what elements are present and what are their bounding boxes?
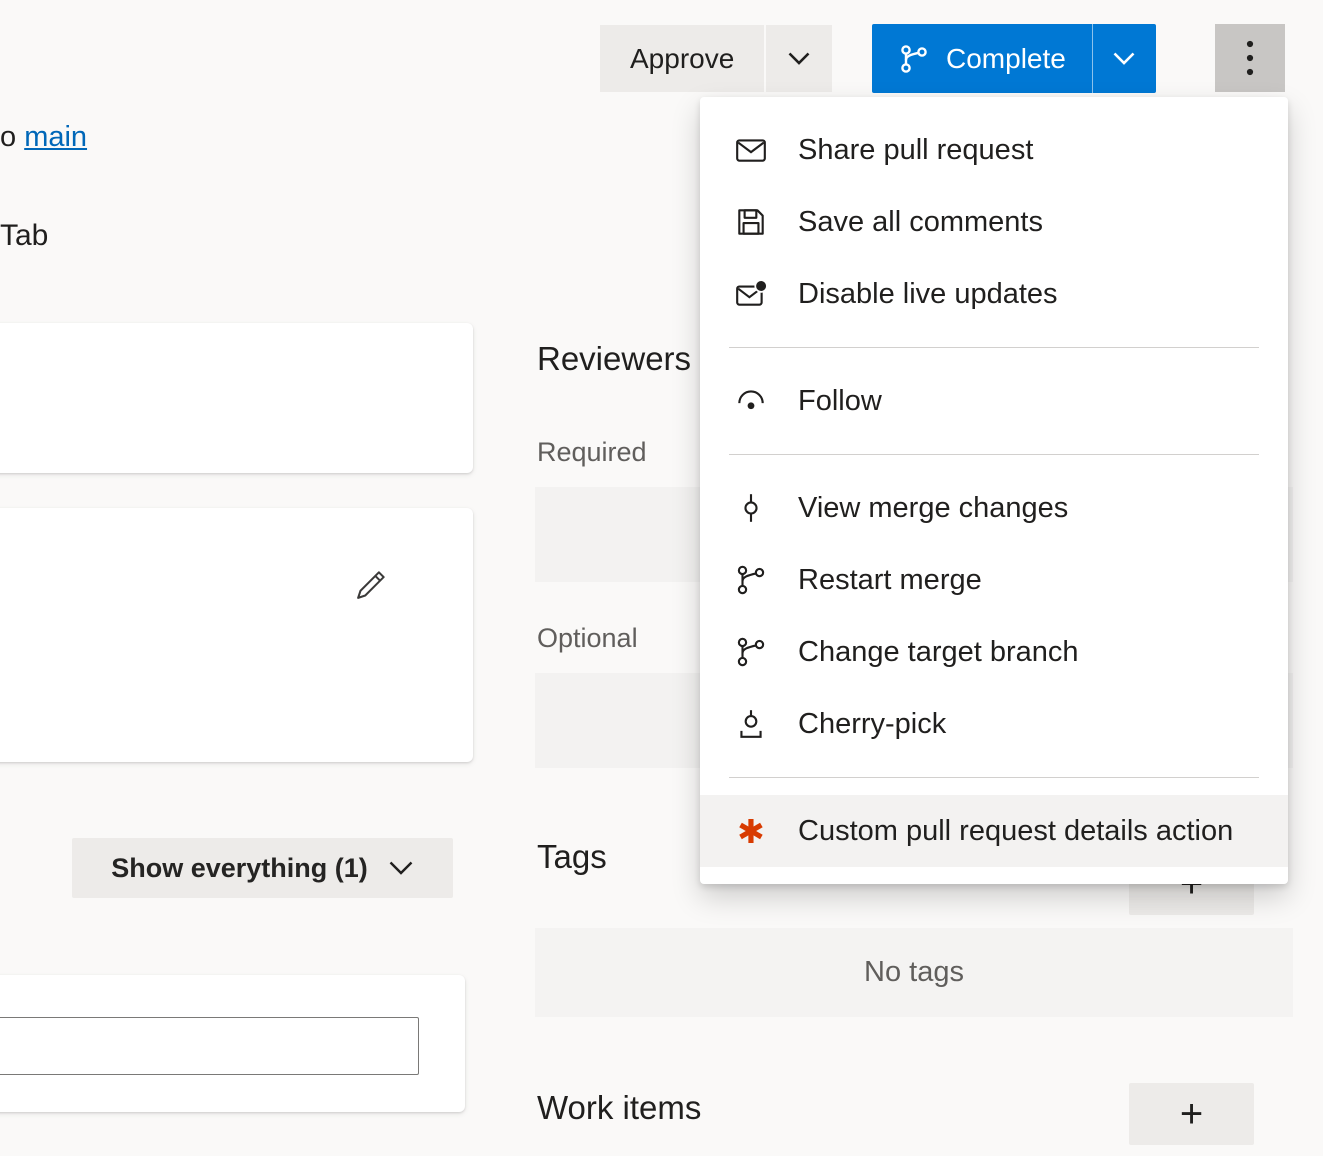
menu-divider [729, 454, 1259, 455]
approve-split-button: Approve [600, 25, 832, 92]
approve-button[interactable]: Approve [600, 25, 764, 92]
edit-button[interactable] [348, 564, 392, 608]
approve-button-label: Approve [630, 43, 734, 75]
menu-item-label: Save all comments [798, 206, 1043, 239]
approve-dropdown-button[interactable] [766, 25, 832, 92]
reviewers-required-label: Required [537, 437, 647, 468]
target-branch-line: o main [0, 121, 87, 154]
branch-icon [732, 561, 770, 599]
tags-title: Tags [537, 838, 607, 876]
menu-item-view-merge-changes[interactable]: View merge changes [700, 472, 1288, 544]
complete-dropdown-button[interactable] [1092, 24, 1156, 93]
reviewers-title: Reviewers [537, 340, 691, 378]
more-options-button[interactable] [1215, 24, 1285, 92]
complete-button-label: Complete [946, 43, 1066, 75]
no-tags-text: No tags [864, 956, 964, 989]
live-updates-off-icon [732, 275, 770, 313]
menu-item-label: Restart merge [798, 564, 982, 597]
menu-item-cherry-pick[interactable]: Cherry-pick [700, 688, 1288, 760]
menu-item-label: Follow [798, 385, 882, 418]
extension-glyph: ✱ [737, 815, 765, 848]
chevron-down-icon [1112, 51, 1136, 66]
into-prefix-text: o [0, 121, 24, 153]
menu-item-label: Share pull request [798, 134, 1033, 167]
pencil-icon [351, 567, 389, 605]
menu-item-save-all-comments[interactable]: Save all comments [700, 186, 1288, 258]
menu-item-label: Cherry-pick [798, 708, 946, 741]
cherry-pick-icon [732, 705, 770, 743]
menu-divider [729, 777, 1259, 778]
menu-item-label: View merge changes [798, 492, 1068, 525]
complete-split-button: Complete [872, 24, 1156, 93]
menu-item-share-pull-request[interactable]: Share pull request [700, 114, 1288, 186]
branch-icon [732, 633, 770, 671]
pull-request-context-menu: Share pull request Save all comments Dis… [700, 97, 1288, 884]
complete-button[interactable]: Complete [872, 24, 1092, 93]
menu-item-restart-merge[interactable]: Restart merge [700, 544, 1288, 616]
description-card [0, 323, 473, 473]
details-card [0, 508, 473, 762]
chevron-down-icon [787, 51, 811, 66]
menu-item-label: Change target branch [798, 636, 1079, 669]
menu-divider [729, 347, 1259, 348]
menu-item-label: Disable live updates [798, 278, 1058, 311]
commit-icon [732, 489, 770, 527]
no-tags-placeholder: No tags [535, 928, 1293, 1017]
show-everything-label: Show everything (1) [111, 853, 368, 884]
plus-icon: + [1180, 1092, 1203, 1137]
save-icon [732, 203, 770, 241]
comment-input[interactable] [0, 1017, 419, 1075]
menu-item-label: Custom pull request details action [798, 815, 1233, 848]
menu-item-disable-live-updates[interactable]: Disable live updates [700, 258, 1288, 330]
follow-icon [732, 382, 770, 420]
chevron-down-icon [388, 860, 414, 876]
mail-icon [732, 131, 770, 169]
menu-item-change-target-branch[interactable]: Change target branch [700, 616, 1288, 688]
extension-icon: ✱ [732, 812, 770, 850]
tab-text: Tab [0, 219, 48, 253]
menu-item-custom-pull-request-details-action[interactable]: ✱ Custom pull request details action [700, 795, 1288, 867]
branch-icon [898, 43, 930, 75]
menu-item-follow[interactable]: Follow [700, 365, 1288, 437]
target-branch-link[interactable]: main [24, 121, 87, 153]
add-work-item-button[interactable]: + [1129, 1083, 1254, 1145]
kebab-menu-icon [1245, 38, 1255, 78]
show-everything-dropdown[interactable]: Show everything (1) [72, 838, 453, 898]
work-items-title: Work items [537, 1089, 701, 1127]
reviewers-optional-label: Optional [537, 623, 638, 654]
